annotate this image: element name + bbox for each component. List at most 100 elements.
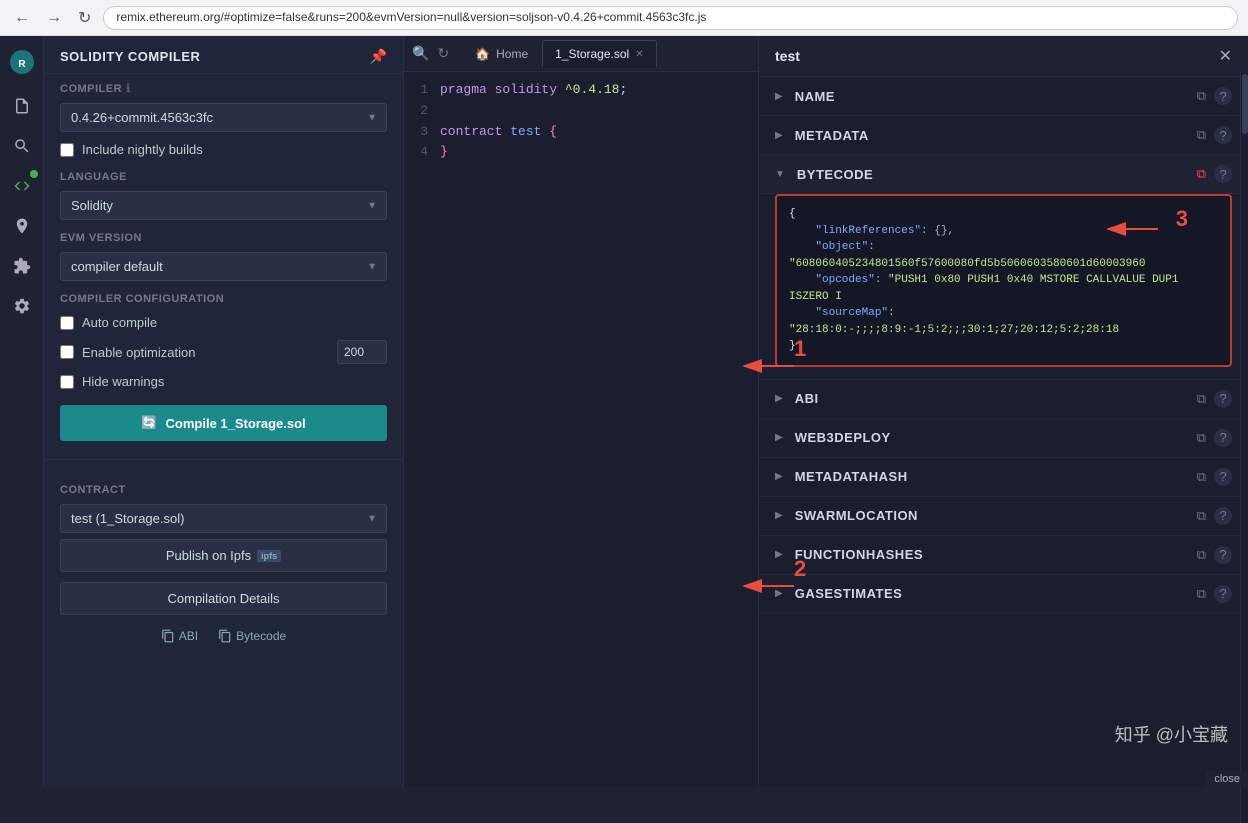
abi-button[interactable]: ABI bbox=[161, 629, 198, 643]
back-button[interactable]: ← bbox=[10, 7, 34, 29]
abi-copy-icon[interactable]: ⧉ bbox=[1197, 391, 1206, 407]
refresh-button[interactable]: ↻ bbox=[74, 6, 95, 30]
abi-help-icon[interactable]: ? bbox=[1214, 390, 1232, 408]
compile-refresh-icon: 🔄 bbox=[141, 415, 157, 431]
gasestimates-label: GASESTIMATES bbox=[795, 586, 1189, 601]
sidebar-item-plugin[interactable] bbox=[4, 248, 40, 284]
web3deploy-copy-icon[interactable]: ⧉ bbox=[1197, 430, 1206, 446]
contract-select[interactable]: test (1_Storage.sol) bbox=[60, 504, 387, 533]
sidebar-item-compiler[interactable] bbox=[4, 168, 40, 204]
swarmlocation-copy-icon[interactable]: ⧉ bbox=[1197, 508, 1206, 524]
swarmlocation-row[interactable]: ▶ SWARMLOCATION ⧉ ? bbox=[759, 497, 1248, 536]
evm-version-select[interactable]: compiler default bbox=[60, 252, 387, 281]
bytecode-copy-icon[interactable]: ⧉ bbox=[1197, 166, 1206, 182]
auto-compile-checkbox[interactable] bbox=[60, 316, 74, 330]
bytecode-row[interactable]: ▼ BYTECODE ⧉ ? bbox=[759, 155, 1248, 194]
code-line-3: 3 contract test { bbox=[404, 122, 758, 143]
name-copy-icon[interactable]: ⧉ bbox=[1197, 88, 1206, 104]
bytecode-box: { "linkReferences": {}, "object": "60806… bbox=[775, 194, 1232, 367]
sidebar-item-search[interactable] bbox=[4, 128, 40, 164]
abi-row-label: ABI bbox=[795, 391, 1189, 406]
enable-optimization-label[interactable]: Enable optimization bbox=[82, 345, 329, 360]
metadatahash-copy-icon[interactable]: ⧉ bbox=[1197, 469, 1206, 485]
publish-button[interactable]: Publish on Ipfs ipfs bbox=[60, 539, 387, 572]
tab-file[interactable]: 1_Storage.sol ✕ bbox=[542, 40, 656, 67]
compilation-details-label: Compilation Details bbox=[168, 591, 280, 606]
enable-optimization-checkbox[interactable] bbox=[60, 345, 74, 359]
sidebar-item-settings[interactable] bbox=[4, 288, 40, 324]
line-num-2: 2 bbox=[404, 101, 440, 122]
hide-warnings-row: Hide warnings bbox=[44, 368, 403, 395]
browser-bar: ← → ↻ remix.ethereum.org/#optimize=false… bbox=[0, 0, 1248, 36]
include-nightly-checkbox[interactable] bbox=[60, 143, 74, 157]
url-bar[interactable]: remix.ethereum.org/#optimize=false&runs=… bbox=[103, 6, 1238, 30]
gasestimates-expand-icon: ▶ bbox=[775, 588, 783, 599]
metadata-copy-icon[interactable]: ⧉ bbox=[1197, 127, 1206, 143]
file-tab-label: 1_Storage.sol bbox=[555, 47, 629, 61]
editor-area: 🔍 ↻ 🏠 Home 1_Storage.sol ✕ 1 pragma soli… bbox=[404, 36, 758, 787]
metadatahash-help-icon[interactable]: ? bbox=[1214, 468, 1232, 486]
refresh-tab-icon[interactable]: ↻ bbox=[437, 45, 449, 62]
compiler-info-icon[interactable]: ℹ bbox=[126, 82, 131, 95]
evm-select-wrapper: compiler default bbox=[60, 252, 387, 281]
compiler-version-select[interactable]: 0.4.26+commit.4563c3fc bbox=[60, 103, 387, 132]
tab-home[interactable]: 🏠 Home bbox=[463, 41, 540, 67]
sidebar-item-files[interactable] bbox=[4, 88, 40, 124]
abi-bytecode-row: ABI Bytecode bbox=[44, 623, 403, 649]
abi-expand-icon: ▶ bbox=[775, 393, 783, 404]
optimization-runs-input[interactable] bbox=[337, 340, 387, 364]
sidebar-item-deploy[interactable] bbox=[4, 208, 40, 244]
modal-close-button[interactable]: ✕ bbox=[1219, 46, 1232, 66]
bytecode-help-icon[interactable]: ? bbox=[1214, 165, 1232, 183]
line-num-4: 4 bbox=[404, 142, 440, 163]
contract-section-label: CONTRACT bbox=[44, 476, 403, 500]
name-expand-icon: ▶ bbox=[775, 91, 783, 102]
name-help-icon[interactable]: ? bbox=[1214, 87, 1232, 105]
abi-label: ABI bbox=[179, 629, 198, 643]
metadata-help-icon[interactable]: ? bbox=[1214, 126, 1232, 144]
tab-close-icon[interactable]: ✕ bbox=[635, 49, 643, 60]
gasestimates-help-icon[interactable]: ? bbox=[1214, 585, 1232, 603]
auto-compile-label[interactable]: Auto compile bbox=[82, 315, 157, 330]
editor-content[interactable]: 1 pragma solidity ^0.4.18; 2 3 contract … bbox=[404, 72, 758, 787]
line-content-3: contract test { bbox=[440, 122, 557, 143]
compilation-details-button[interactable]: Compilation Details bbox=[60, 582, 387, 615]
name-row[interactable]: ▶ NAME ⧉ ? bbox=[759, 77, 1248, 116]
hide-warnings-label[interactable]: Hide warnings bbox=[82, 374, 164, 389]
language-section-label: LANGUAGE bbox=[44, 163, 403, 187]
abi-row[interactable]: ▶ ABI ⧉ ? bbox=[759, 380, 1248, 419]
separator-1 bbox=[44, 459, 403, 460]
web3deploy-help-icon[interactable]: ? bbox=[1214, 429, 1232, 447]
include-nightly-label[interactable]: Include nightly builds bbox=[82, 142, 203, 157]
search-tab-icon[interactable]: 🔍 bbox=[412, 45, 429, 62]
swarmlocation-help-icon[interactable]: ? bbox=[1214, 507, 1232, 525]
forward-button[interactable]: → bbox=[42, 7, 66, 29]
functionhashes-row[interactable]: ▶ FUNCTIONHASHES ⧉ ? bbox=[759, 536, 1248, 575]
bytecode-button[interactable]: Bytecode bbox=[218, 629, 286, 643]
compile-button[interactable]: 🔄 Compile 1_Storage.sol bbox=[60, 405, 387, 441]
close-label: close bbox=[1206, 771, 1248, 787]
functionhashes-copy-icon[interactable]: ⧉ bbox=[1197, 547, 1206, 563]
metadatahash-row[interactable]: ▶ METADATAHASH ⧉ ? bbox=[759, 458, 1248, 497]
panel-pin-button[interactable]: 📌 bbox=[370, 48, 387, 65]
gasestimates-row[interactable]: ▶ GASESTIMATES ⧉ ? bbox=[759, 575, 1248, 614]
swarmlocation-label: SWARMLOCATION bbox=[795, 508, 1189, 523]
publish-label: Publish on Ipfs bbox=[166, 548, 251, 563]
contract-section: CONTRACT test (1_Storage.sol) Publish on… bbox=[44, 468, 403, 657]
metadatahash-expand-icon: ▶ bbox=[775, 471, 783, 482]
bytecode-expanded: { "linkReferences": {}, "object": "60806… bbox=[759, 194, 1248, 380]
web3deploy-row[interactable]: ▶ WEB3DEPLOY ⧉ ? bbox=[759, 419, 1248, 458]
gasestimates-copy-icon[interactable]: ⧉ bbox=[1197, 586, 1206, 602]
include-nightly-row: Include nightly builds bbox=[44, 136, 403, 163]
home-tab-label: Home bbox=[496, 47, 528, 61]
metadata-row[interactable]: ▶ METADATA ⧉ ? bbox=[759, 116, 1248, 155]
compile-button-label: Compile 1_Storage.sol bbox=[166, 416, 306, 431]
language-select[interactable]: Solidity bbox=[60, 191, 387, 220]
modal-body: ▶ NAME ⧉ ? ▶ METADATA ⧉ ? ▼ BYTECODE ⧉ ? bbox=[759, 77, 1248, 787]
metadatahash-label: METADATAHASH bbox=[795, 469, 1189, 484]
line-content-1: pragma solidity ^0.4.18; bbox=[440, 80, 627, 101]
panel-header: SOLIDITY COMPILER 📌 bbox=[44, 36, 403, 74]
compiler-version-select-wrapper: 0.4.26+commit.4563c3fc bbox=[60, 103, 387, 132]
hide-warnings-checkbox[interactable] bbox=[60, 375, 74, 389]
functionhashes-help-icon[interactable]: ? bbox=[1214, 546, 1232, 564]
